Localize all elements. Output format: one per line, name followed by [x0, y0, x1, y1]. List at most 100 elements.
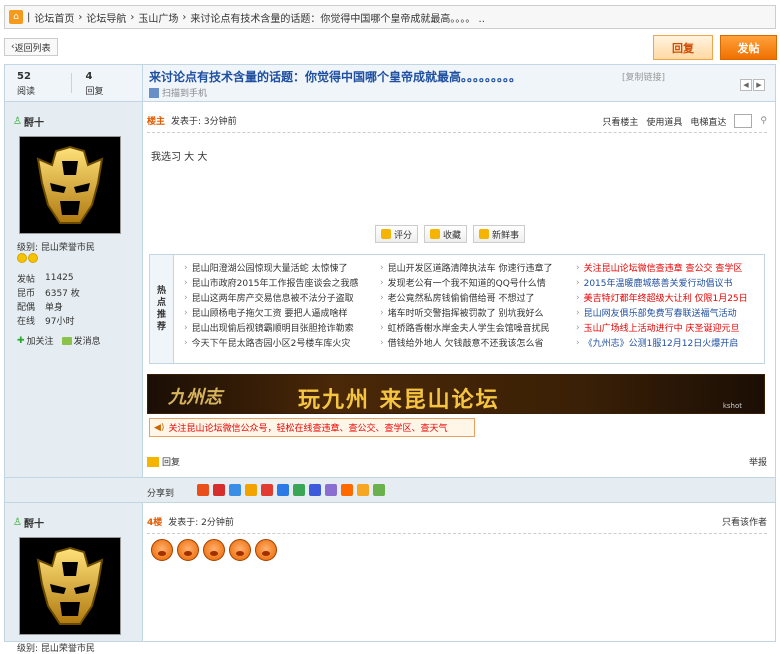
- banner-logo: 九州志: [168, 387, 222, 408]
- only-author-link[interactable]: 只看该作者: [722, 515, 767, 528]
- hot-column-2: 昆山开发区道路清障执法车 你速行违章了 发现老公有一个我不知道的QQ号什么情 老…: [380, 260, 576, 350]
- scan-to-mobile-link[interactable]: 扫描到手机: [149, 86, 207, 99]
- report-link[interactable]: 举报: [749, 455, 767, 468]
- share-platform-icon-2[interactable]: [213, 484, 225, 496]
- author-sidebar: ♙ 酹十 级别: 昆山荣誉市民: [5, 503, 143, 654]
- star-icon: [28, 253, 38, 263]
- hot-link[interactable]: 2015年温暖鹿城慈善关爱行动倡议书: [576, 275, 772, 290]
- breadcrumb-forum-home[interactable]: 论坛首页: [34, 10, 74, 25]
- pig-emoji-icon: [255, 539, 277, 561]
- rate-button[interactable]: 评分: [375, 225, 419, 243]
- autobot-avatar-icon: [36, 145, 104, 224]
- post-time: 发表于: 2分钟前: [168, 518, 234, 528]
- avatar[interactable]: [19, 537, 121, 635]
- share-platform-icon-6[interactable]: [277, 484, 289, 496]
- autobot-avatar-icon: [36, 546, 104, 625]
- breadcrumb-forum-nav[interactable]: 论坛导航: [86, 10, 126, 25]
- message-icon: [61, 336, 72, 345]
- hot-link[interactable]: 昆山市政府2015年工作报告座谈会之我感: [184, 275, 380, 290]
- banner-tag: kshot: [722, 402, 742, 410]
- hot-link[interactable]: 昆山出现偷后视镜霸顺明目张胆抢诈勒索: [184, 320, 380, 335]
- hot-link[interactable]: 《九州志》公测1服12月12日火爆开启: [576, 335, 772, 350]
- thumb-icon: [381, 229, 391, 239]
- user-level: 级别: 昆山荣誉市民: [17, 644, 95, 654]
- share-platform-icon-10[interactable]: [341, 484, 353, 496]
- level-stars: [17, 253, 38, 263]
- floor-jump-input[interactable]: [734, 114, 753, 128]
- only-op-link[interactable]: 只看楼主: [602, 115, 638, 128]
- hot-link[interactable]: 昆山这两年房产交易信息被不法分子盗取: [184, 290, 380, 305]
- send-message-button[interactable]: 发消息: [61, 334, 101, 347]
- new-post-button[interactable]: 发帖: [720, 35, 777, 60]
- hot-link[interactable]: 昆山顾杨电子拖欠工资 要把人逼成啥样: [184, 305, 380, 320]
- star-icon: [17, 253, 27, 263]
- share-platform-icon-9[interactable]: [325, 484, 337, 496]
- avatar[interactable]: [19, 136, 121, 234]
- prev-thread-icon[interactable]: ◀: [740, 79, 752, 91]
- hot-link[interactable]: 老公竟然私房钱偷偷借给哥 不想过了: [380, 290, 576, 305]
- share-icons: [197, 484, 385, 496]
- author-sidebar: ♙ 酹十 级别: 昆山荣誉市民 发帖 11425 昆币 6357 枚 配偶 单身 在线 9…: [5, 102, 143, 486]
- qr-code-icon: [149, 87, 159, 98]
- share-bar: 分享到: [4, 477, 776, 503]
- share-platform-icon-4[interactable]: [245, 484, 257, 496]
- next-thread-icon[interactable]: ▶: [753, 79, 765, 91]
- follow-button[interactable]: ✚ 加关注: [17, 334, 54, 348]
- user-actions: ✚ 加关注 发消息: [17, 334, 101, 348]
- hot-recommend-label: 热点推荐: [150, 255, 174, 363]
- share-platform-icon-11[interactable]: [357, 484, 369, 496]
- share-platform-icon-5[interactable]: [261, 484, 273, 496]
- hot-link[interactable]: 借钱给外地人 欠钱敲意不还我该怎么省: [380, 335, 576, 350]
- wechat-notice-link[interactable]: ◀) 关注昆山论坛微信公众号，轻松在线查违章、查公交、查学区、查天气: [149, 418, 475, 437]
- post-header: 4楼 发表于: 2分钟前 只看该作者: [147, 515, 767, 528]
- reply-button[interactable]: 回复: [653, 35, 713, 60]
- hot-column-3: 关注昆山论坛微信查违章 查公交 查学区 2015年温暖鹿城慈善关爱行动倡议书 美…: [576, 260, 772, 350]
- wrench-icon[interactable]: ⚲: [760, 116, 767, 126]
- fresh-icon: [479, 229, 490, 239]
- hot-link[interactable]: 发现老公有一个我不知道的QQ号什么情: [380, 275, 576, 290]
- hot-link[interactable]: 昆山开发区道路清障执法车 你速行违章了: [380, 260, 576, 275]
- share-platform-icon-12[interactable]: [373, 484, 385, 496]
- hot-link[interactable]: 玉山广场线上活动进行中 庆圣诞迎元旦: [576, 320, 772, 335]
- share-fresh-button[interactable]: 新鲜事: [473, 225, 526, 243]
- share-platform-icon-8[interactable]: [309, 484, 321, 496]
- hot-link[interactable]: 昆山阳澄湖公园惊现大量活蛇 太惊悚了: [184, 260, 380, 275]
- floor-label: 4楼: [147, 518, 163, 528]
- post-1: ♙ 酹十 级别: 昆山荣誉市民 发帖 11425 昆币 6357 枚 配偶 单身 在线 9…: [4, 102, 776, 487]
- views-stat: 52 阅读: [17, 71, 36, 97]
- share-platform-icon-1[interactable]: [197, 484, 209, 496]
- thread-pager: ◀ ▶: [740, 79, 765, 91]
- floor-label: 楼主: [147, 117, 166, 127]
- back-to-list-button[interactable]: ‹ 返回列表: [4, 38, 58, 56]
- favorite-button[interactable]: 收藏: [424, 225, 468, 243]
- pig-emoji-icon: [203, 539, 225, 561]
- hot-link[interactable]: 关注昆山论坛微信查违章 查公交 查学区: [576, 260, 772, 275]
- thread-title[interactable]: 来讨论点有技术含量的话题：你觉得中国哪个皇帝成就最高。。。。。。。。。: [149, 68, 521, 85]
- author-name[interactable]: ♙ 酹十: [13, 515, 44, 530]
- ad-banner[interactable]: 九州志 玩九州 来昆山论坛 kshot: [147, 374, 765, 414]
- share-platform-icon-7[interactable]: [293, 484, 305, 496]
- copy-link-button[interactable]: [复制链接]: [622, 70, 665, 83]
- user-stats: 发帖 11425 昆币 6357 枚 配偶 单身 在线 97小时: [17, 273, 80, 327]
- post-header-divider: [147, 132, 767, 133]
- post-header-divider: [147, 533, 767, 534]
- hot-link[interactable]: 堵车时听交警指挥被罚款了 别坑我好么: [380, 305, 576, 320]
- post-content: 我选习 大 大: [151, 152, 208, 163]
- stats-divider: [71, 73, 72, 93]
- plus-icon: ✚: [17, 335, 25, 346]
- hot-link[interactable]: 虹桥路香榭水岸金夫人学生会馆噪音扰民: [380, 320, 576, 335]
- hot-link[interactable]: 美吉特灯都年终超级大让利 仅限1月25日: [576, 290, 772, 305]
- post-reply-link[interactable]: 回复: [147, 455, 180, 468]
- floor-jump-label: 电梯直达: [690, 117, 727, 128]
- hot-link[interactable]: 今天下午昆太路杏园小区2号楼车库火灾: [184, 335, 380, 350]
- breadcrumb-yushan-square[interactable]: 玉山广场: [138, 10, 178, 25]
- post-2: ♙ 酹十 级别: 昆山荣誉市民 4楼 发表于: 2分钟前 只看该作者: [4, 503, 776, 654]
- share-label: 分享到: [147, 489, 175, 499]
- author-name[interactable]: ♙ 酹十: [13, 114, 44, 129]
- use-tool-link[interactable]: 使用道具: [646, 115, 682, 128]
- hot-link[interactable]: 昆山网友俱乐部免费写春联送福气活动: [576, 305, 772, 320]
- share-platform-icon-3[interactable]: [229, 484, 241, 496]
- breadcrumb: ⌂ | 论坛首页 › 论坛导航 › 玉山广场 › 来讨论点有技术含量的话题：你觉得中国哪…: [4, 5, 776, 29]
- home-icon[interactable]: ⌂: [9, 10, 23, 24]
- reply-icon: [147, 456, 159, 467]
